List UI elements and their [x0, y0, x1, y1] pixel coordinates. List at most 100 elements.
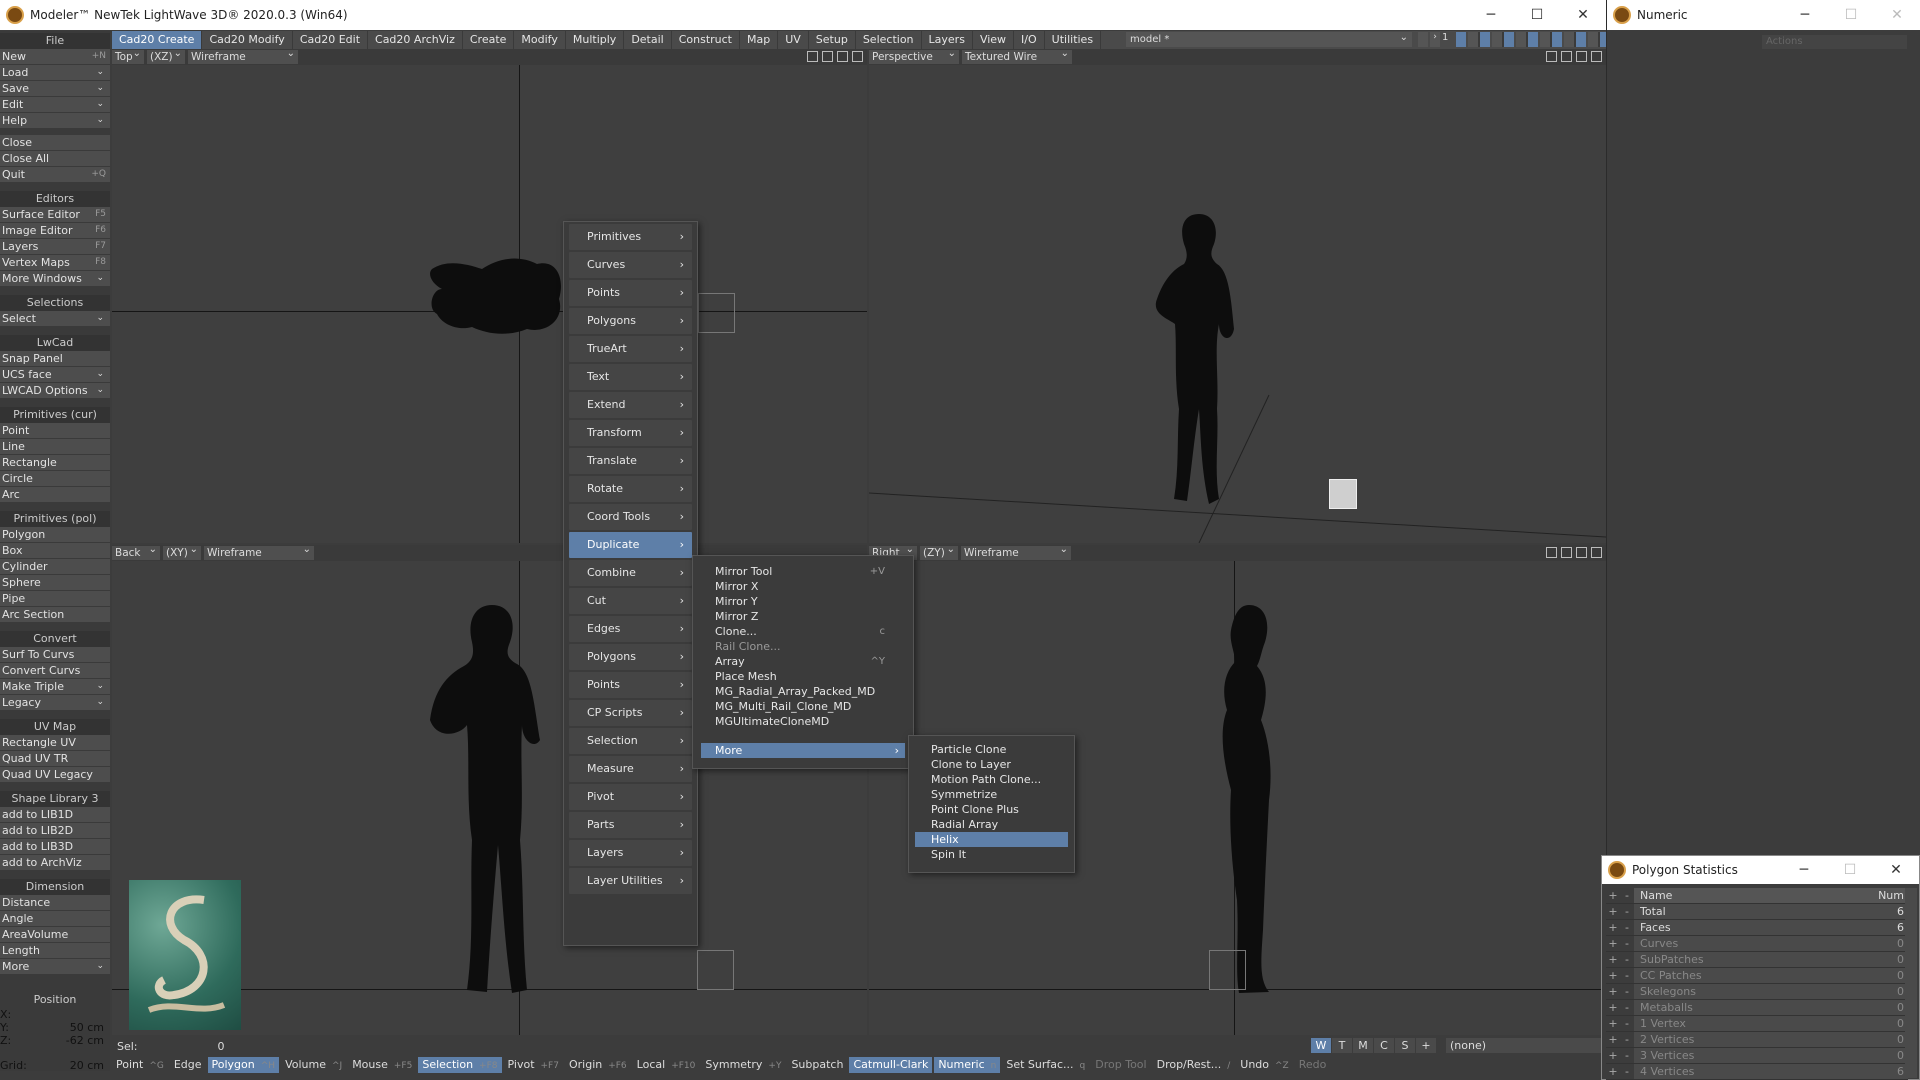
sidebar-item-sphere[interactable]: Sphere [0, 575, 110, 591]
menu-item-points[interactable]: Points › [569, 672, 692, 698]
viewport-top[interactable]: Top (XZ) Wireframe [112, 49, 867, 543]
sidebar-item-vertex-maps[interactable]: Vertex Maps F8 [0, 255, 110, 271]
expand-toggle[interactable]: + [1606, 904, 1620, 919]
submenu-item-clone-to-layer[interactable]: Clone to Layer [909, 757, 1074, 772]
rotate-view-icon[interactable] [1561, 547, 1572, 558]
tab-cad20-create[interactable]: Cad20 Create [112, 31, 203, 49]
expand-toggle[interactable]: + [1606, 1048, 1620, 1063]
model-selector[interactable]: model * ⌄ [1126, 32, 1412, 47]
view-toggle-0[interactable]: W [1311, 1038, 1331, 1053]
tab-view[interactable]: View [973, 31, 1015, 49]
sidebar-item-cylinder[interactable]: Cylinder [0, 559, 110, 575]
menu-item-duplicate[interactable]: Duplicate › [569, 532, 692, 558]
submenu-item-mirror-z[interactable]: Mirror Z [693, 609, 913, 624]
status-point-button[interactable]: Point ^G [112, 1057, 168, 1073]
expand-toggle[interactable]: - [1620, 920, 1634, 935]
status-mouse-button[interactable]: Mouse +F5 [348, 1057, 416, 1073]
rotate-view-icon[interactable] [1561, 51, 1572, 62]
table-row[interactable]: + -2 Vertices 0 [1606, 1032, 1908, 1048]
expand-toggle[interactable]: + [1606, 1016, 1620, 1031]
sidebar-item-help[interactable]: Help ⌄ [0, 113, 110, 129]
tab-map[interactable]: Map [740, 31, 779, 49]
minimize-icon[interactable]: ─ [1782, 0, 1828, 30]
menu-item-layer-utilities[interactable]: Layer Utilities › [569, 868, 692, 894]
submenu-item-radial-array[interactable]: Radial Array [909, 817, 1074, 832]
view-select[interactable]: Perspective [869, 49, 959, 64]
sidebar-item-snap-panel[interactable]: Snap Panel [0, 351, 110, 367]
menu-item-polygons[interactable]: Polygons › [569, 308, 692, 334]
submenu-item-spin-it[interactable]: Spin It [909, 847, 1074, 862]
sidebar-item-close-all[interactable]: Close All [0, 151, 110, 167]
table-row[interactable]: + -1 Vertex 0 [1606, 1016, 1908, 1032]
submenu-item-mirror-y[interactable]: Mirror Y [693, 594, 913, 609]
view-toggle-2[interactable]: M [1353, 1038, 1373, 1053]
expand-toggle[interactable]: - [1620, 968, 1634, 983]
status-polygon-button[interactable]: Polygon ^H [207, 1057, 280, 1073]
submenu-item-clone-[interactable]: Clone... c [693, 624, 913, 639]
sidebar-item-surf-to-curvs[interactable]: Surf To Curvs [0, 647, 110, 663]
submenu-item-place-mesh[interactable]: Place Mesh [693, 669, 913, 684]
sidebar-item-circle[interactable]: Circle [0, 471, 110, 487]
status-origin-button[interactable]: Origin +F6 [565, 1057, 631, 1073]
expand-toggle[interactable]: + [1606, 1000, 1620, 1015]
surface-select[interactable]: (none) [1446, 1038, 1601, 1053]
axis-select[interactable]: (ZY) [920, 545, 958, 560]
menu-item-cp-scripts[interactable]: CP Scripts › [569, 700, 692, 726]
move-view-icon[interactable] [807, 51, 818, 62]
expand-toggle[interactable]: - [1620, 904, 1634, 919]
sidebar-item-areavolume[interactable]: AreaVolume [0, 927, 110, 943]
viewport-perspective[interactable]: Perspective Textured Wire [869, 49, 1606, 543]
status-catmull-clark-button[interactable]: Catmull-Clark [849, 1057, 933, 1073]
view-toggle-5[interactable]: + [1416, 1038, 1436, 1053]
expand-toggle[interactable]: - [1620, 1016, 1634, 1031]
minimize-icon[interactable]: ─ [1781, 856, 1827, 884]
menu-item-transform[interactable]: Transform › [569, 420, 692, 446]
sidebar-item-quad-uv-tr[interactable]: Quad UV TR [0, 751, 110, 767]
table-row[interactable]: + - Curves 0 [1606, 936, 1908, 952]
render-mode-select[interactable]: Textured Wire [962, 49, 1072, 64]
status-selection-button[interactable]: Selection +F8 [418, 1057, 502, 1073]
submenu-item-array[interactable]: Array ^Y [693, 654, 913, 669]
sidebar-item-legacy[interactable]: Legacy ⌄ [0, 695, 110, 711]
sidebar-item-close[interactable]: Close [0, 135, 110, 151]
tab-setup[interactable]: Setup [809, 31, 856, 49]
status-subpatch-button[interactable]: Subpatch [787, 1057, 847, 1073]
table-row[interactable]: + -4 Vertices 6 [1606, 1064, 1908, 1080]
axis-select[interactable]: (XY) [163, 545, 201, 560]
status-volume-button[interactable]: Volume ^J [281, 1057, 346, 1073]
menu-item-pivot[interactable]: Pivot › [569, 784, 692, 810]
sidebar-item-quit[interactable]: Quit +Q [0, 167, 110, 183]
menu-item-curves[interactable]: Curves › [569, 252, 692, 278]
view-toggle-3[interactable]: C [1374, 1038, 1394, 1053]
menu-item-combine[interactable]: Combine › [569, 560, 692, 586]
submenu-item-mirror-tool[interactable]: Mirror Tool +V [693, 564, 913, 579]
close-icon[interactable]: ✕ [1873, 856, 1919, 884]
expand-toggle[interactable]: + [1606, 968, 1620, 983]
status-symmetry-button[interactable]: Symmetry +Y [701, 1057, 785, 1073]
sidebar-item-edit[interactable]: Edit ⌄ [0, 97, 110, 113]
maximize-view-icon[interactable] [1591, 547, 1602, 558]
expand-toggle[interactable]: - [1620, 984, 1634, 999]
close-icon[interactable]: ✕ [1560, 0, 1606, 30]
next-layer-icon[interactable]: › [1430, 32, 1440, 47]
submenu-item-point-clone-plus[interactable]: Point Clone Plus [909, 802, 1074, 817]
zoom-view-icon[interactable] [1576, 51, 1587, 62]
expand-toggle[interactable]: - [1620, 1064, 1634, 1079]
status-undo-button[interactable]: Undo ^Z [1236, 1057, 1292, 1073]
menu-item-layers[interactable]: Layers › [569, 840, 692, 866]
sidebar-item-distance[interactable]: Distance [0, 895, 110, 911]
menu-item-measure[interactable]: Measure › [569, 756, 692, 782]
rotate-view-icon[interactable] [822, 51, 833, 62]
menu-item-text[interactable]: Text › [569, 364, 692, 390]
expand-toggle[interactable]: + [1606, 1032, 1620, 1047]
expand-toggle[interactable]: - [1620, 936, 1634, 951]
menu-item-polygons[interactable]: Polygons › [569, 644, 692, 670]
axis-select[interactable]: (XZ) [147, 49, 185, 64]
sidebar-item-line[interactable]: Line [0, 439, 110, 455]
status-drop-rest--button[interactable]: Drop/Rest... / [1153, 1057, 1235, 1073]
menu-item-extend[interactable]: Extend › [569, 392, 692, 418]
submenu-item-mg-multi-rail-clone-md[interactable]: MG_Multi_Rail_Clone_MD [693, 699, 913, 714]
view-toggle-4[interactable]: S [1395, 1038, 1415, 1053]
table-row[interactable]: + - Faces 6 [1606, 920, 1908, 936]
menu-item-parts[interactable]: Parts › [569, 812, 692, 838]
